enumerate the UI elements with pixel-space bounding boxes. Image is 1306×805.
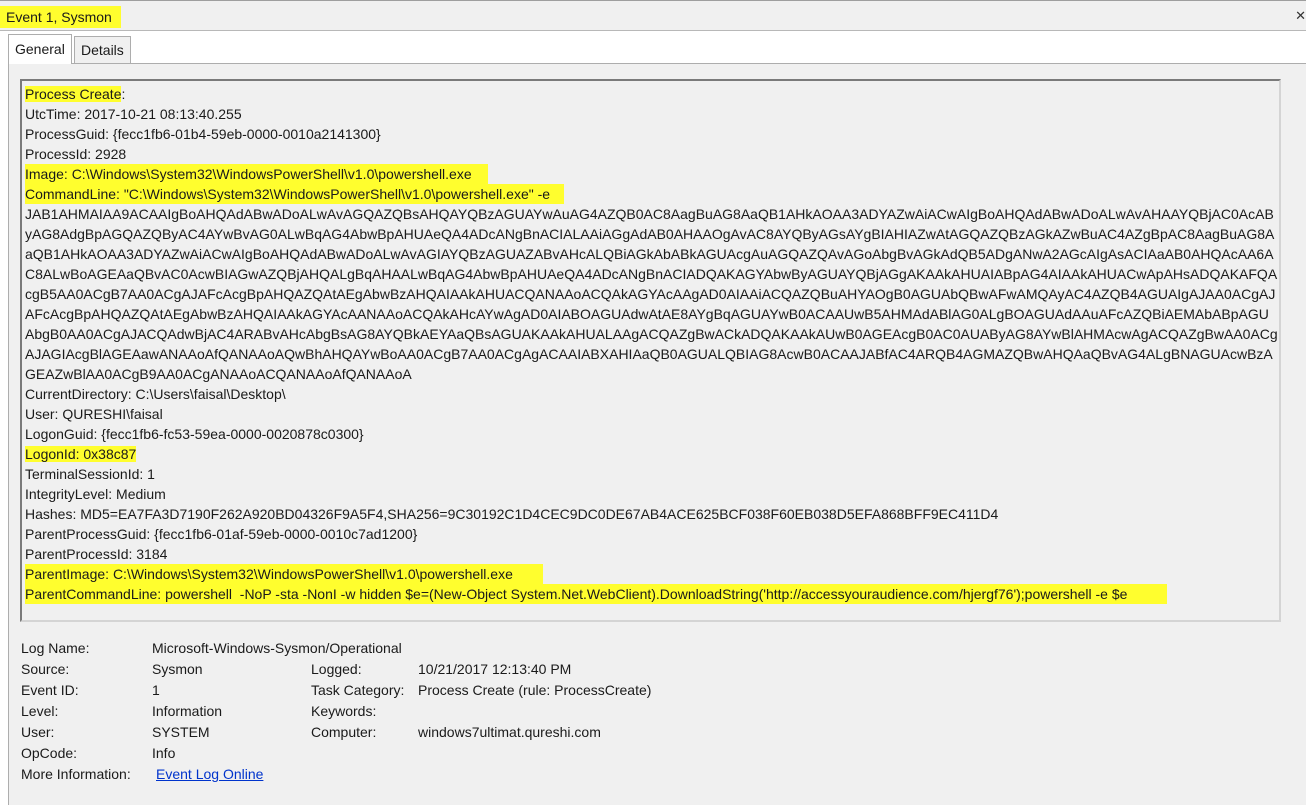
logged-label: Logged:: [311, 661, 362, 677]
computer-value[interactable]: windows7ultimat.qureshi.com: [418, 722, 601, 742]
desc-hashes: Hashes: MD5=EA7FA3D7190F262A920BD04326F9…: [25, 506, 999, 522]
logged-value[interactable]: 10/21/2017 12:13:40 PM: [418, 659, 571, 679]
desc-utc-time: UtcTime: 2017-10-21 08:13:40.255: [25, 106, 242, 122]
source-value[interactable]: Sysmon: [152, 659, 203, 679]
desc-parent-image: ParentImage: C:\Windows\System32\Windows…: [25, 564, 543, 584]
desc-logon-id: LogonId: 0x38c87: [25, 446, 137, 462]
desc-parent-commandline: ParentCommandLine: powershell -NoP -sta …: [25, 584, 1168, 604]
desc-current-directory: CurrentDirectory: C:\Users\faisal\Deskto…: [25, 386, 286, 402]
close-icon[interactable]: ✕: [1295, 8, 1306, 24]
log-name-label: Log Name:: [21, 640, 90, 656]
desc-integrity-level: IntegrityLevel: Medium: [25, 486, 166, 502]
more-information-label: More Information:: [21, 766, 131, 782]
user-value[interactable]: SYSTEM: [152, 722, 210, 742]
event-id-value[interactable]: 1: [152, 680, 160, 700]
event-log-online-link[interactable]: Event Log Online: [156, 764, 263, 784]
desc-parent-image-line: ParentImage: C:\Windows\System32\Windows…: [25, 564, 1278, 584]
source-label: Source:: [21, 661, 70, 677]
desc-commandline-line: CommandLine: "C:\Windows\System32\Window…: [25, 184, 1278, 204]
task-category-value[interactable]: Process Create (rule: ProcessCreate): [418, 680, 651, 700]
desc-parent-process-id: ParentProcessId: 3184: [25, 546, 168, 562]
tab-details[interactable]: Details: [74, 36, 131, 63]
desc-parent-process-guid: ParentProcessGuid: {fecc1fb6-01af-59eb-0…: [25, 526, 418, 542]
log-name-value[interactable]: Microsoft-Windows-Sysmon/Operational: [152, 638, 402, 658]
desc-image-line: Image: C:\Windows\System32\WindowsPowerS…: [25, 164, 1278, 184]
desc-line-header: Process Create:: [25, 86, 126, 102]
desc-logon-guid: LogonGuid: {fecc1fb6-fc53-59ea-0000-0020…: [25, 426, 364, 442]
desc-image: Image: C:\Windows\System32\WindowsPowerS…: [25, 164, 488, 184]
event-description-box[interactable]: Process Create: UtcTime: 2017-10-21 08:13…: [20, 79, 1281, 622]
desc-commandline: CommandLine: "C:\Windows\System32\Window…: [25, 184, 565, 204]
desc-logon-id-line: LogonId: 0x38c87: [25, 444, 1278, 464]
keywords-label: Keywords:: [311, 703, 377, 719]
event-description-text[interactable]: Process Create: UtcTime: 2017-10-21 08:13…: [25, 84, 1278, 604]
desc-encoded-payload: JAB1AHMAIAA9ACAAIgBoAHQAdABwADoALwAvAGQA…: [25, 206, 1278, 382]
process-create-heading: Process Create: [25, 86, 122, 102]
opcode-label: OpCode:: [21, 745, 78, 761]
task-category-label: Task Category:: [311, 682, 405, 698]
computer-label: Computer:: [311, 724, 377, 740]
desc-parent-commandline-line: ParentCommandLine: powershell -NoP -sta …: [25, 584, 1278, 604]
level-value[interactable]: Information: [152, 701, 222, 721]
desc-process-guid: ProcessGuid: {fecc1fb6-01b4-59eb-0000-00…: [25, 126, 381, 142]
event-title-bar: Event 1, Sysmon ✕: [0, 0, 1306, 31]
user-label: User:: [21, 724, 55, 740]
event-id-label: Event ID:: [21, 682, 79, 698]
desc-terminal-session-id: TerminalSessionId: 1: [25, 466, 155, 482]
level-label: Level:: [21, 703, 59, 719]
desc-process-id: ProcessId: 2928: [25, 146, 127, 162]
event-title: Event 1, Sysmon: [0, 6, 121, 28]
desc-user: User: QURESHI\faisal: [25, 406, 163, 422]
tab-general[interactable]: General: [8, 34, 72, 64]
opcode-value[interactable]: Info: [152, 743, 175, 763]
